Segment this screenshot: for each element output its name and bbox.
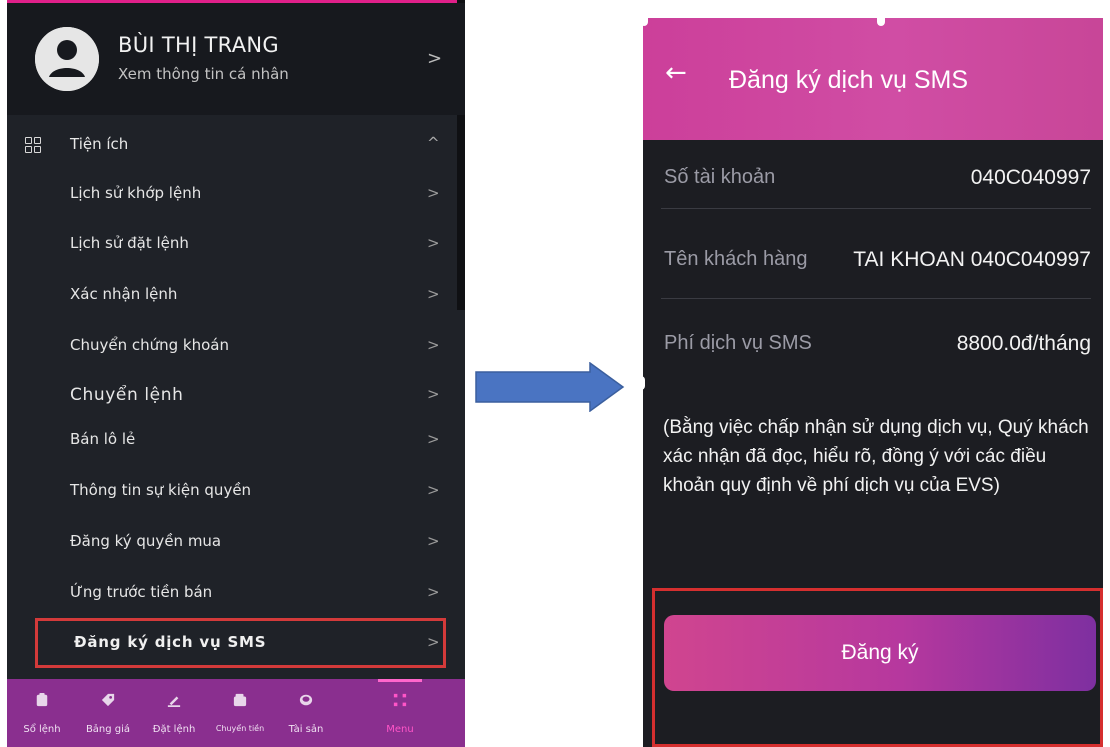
- chevron-right-icon: >: [427, 234, 440, 252]
- menu-item-label: Lịch sử đặt lệnh: [70, 234, 189, 252]
- divider: [661, 298, 1091, 299]
- chevron-up-icon: ^: [427, 134, 440, 152]
- menu-item-label: Đăng ký quyền mua: [70, 532, 222, 550]
- nav-label: Chuyển tiền: [215, 724, 265, 733]
- chevron-right-icon: >: [427, 184, 440, 202]
- page-title: Đăng ký dịch vụ SMS: [729, 66, 968, 94]
- register-button[interactable]: Đăng ký: [664, 615, 1096, 691]
- row-label: Số tài khoản: [664, 166, 776, 188]
- screen-header: ← Đăng ký dịch vụ SMS: [643, 18, 1103, 140]
- chevron-right-icon: >: [427, 430, 440, 448]
- chevron-right-icon: >: [427, 285, 440, 303]
- nav-label: Menu: [386, 724, 414, 735]
- nav-transfer-money[interactable]: Chuyển tiền: [205, 679, 275, 747]
- section-utilities-label: Tiện ích: [70, 135, 129, 153]
- nav-menu[interactable]: Menu: [365, 679, 435, 747]
- sms-fee-row: Phí dịch vụ SMS 8800.0đ/tháng: [643, 314, 1103, 374]
- profile-subtitle: Xem thông tin cá nhân: [118, 65, 289, 83]
- menu-item-match-history[interactable]: Lịch sử khớp lệnh >: [7, 174, 465, 214]
- menu-item-label: Ứng trước tiền bán: [70, 583, 213, 601]
- chevron-right-icon: >: [427, 336, 440, 354]
- corner-handle: [877, 12, 885, 26]
- nav-order-book[interactable]: Sổ lệnh: [7, 679, 77, 747]
- menu-item-label: Lịch sử khớp lệnh: [70, 184, 202, 202]
- menu-item-rights-info[interactable]: Thông tin sự kiện quyền >: [7, 471, 465, 511]
- menu-item-label: Chuyển lệnh: [70, 385, 184, 405]
- menu-item-subscription-rights[interactable]: Đăng ký quyền mua >: [7, 522, 465, 562]
- profile-name: BÙI THỊ TRANG: [118, 33, 279, 57]
- row-value: 040C040997: [970, 166, 1091, 189]
- nav-label: Sổ lệnh: [23, 724, 61, 735]
- terms-notice: (Bằng việc chấp nhận sử dụng dịch vụ, Qu…: [663, 417, 1089, 496]
- row-value: 8800.0đ/tháng: [956, 332, 1091, 355]
- menu-item-confirm-order[interactable]: Xác nhận lệnh >: [7, 275, 465, 315]
- row-label: Phí dịch vụ SMS: [664, 332, 812, 354]
- menu-item-label: Bán lô lẻ: [70, 430, 136, 448]
- grid-icon: [25, 137, 41, 153]
- customer-name-row: Tên khách hàng TAI KHOAN 040C040997: [643, 230, 1103, 290]
- menu-item-cash-advance[interactable]: Ứng trước tiền bán >: [7, 573, 465, 613]
- back-arrow-icon[interactable]: ←: [665, 58, 687, 88]
- menu-screen: BÙI THỊ TRANG Xem thông tin cá nhân > Ti…: [7, 0, 465, 747]
- highlight-box: [35, 618, 446, 668]
- nav-place-order[interactable]: Đặt lệnh: [139, 679, 209, 747]
- chevron-right-icon: >: [427, 481, 440, 499]
- profile-header[interactable]: BÙI THỊ TRANG Xem thông tin cá nhân >: [7, 3, 465, 115]
- right-arrow-icon: [475, 362, 625, 412]
- divider: [661, 208, 1091, 209]
- tag-icon: [101, 693, 115, 707]
- nav-price-board[interactable]: Bảng giá: [73, 679, 143, 747]
- menu-item-order-history[interactable]: Lịch sử đặt lệnh >: [7, 224, 465, 264]
- chevron-right-icon: >: [427, 532, 440, 550]
- grid-dots-icon: [393, 693, 407, 707]
- menu-item-odd-lot[interactable]: Bán lô lẻ >: [7, 420, 465, 460]
- profile-chevron-icon: >: [427, 48, 443, 69]
- pen-icon: [167, 696, 181, 707]
- menu-item-transfer-securities[interactable]: Chuyển chứng khoán >: [7, 326, 465, 366]
- section-utilities[interactable]: Tiện ích ^: [7, 124, 465, 166]
- nav-active-indicator: [378, 679, 422, 682]
- avatar-icon: [35, 27, 99, 91]
- bottom-nav: Sổ lệnh Bảng giá Đặt lệnh Chuyển tiền Tà…: [7, 679, 465, 747]
- menu-item-transfer-order[interactable]: Chuyển lệnh >: [7, 375, 465, 415]
- chevron-right-icon: >: [427, 385, 440, 403]
- menu-item-label: Chuyển chứng khoán: [70, 336, 229, 354]
- coins-icon: [299, 694, 313, 706]
- corner-handle: [637, 376, 645, 390]
- nav-label: Đặt lệnh: [152, 724, 196, 735]
- menu-item-label: Xác nhận lệnh: [70, 285, 178, 303]
- nav-label: Bảng giá: [85, 724, 131, 735]
- menu-item-label: Thông tin sự kiện quyền: [70, 481, 252, 499]
- wallet-icon: [233, 693, 247, 707]
- row-value: TAI KHOAN 040C040997: [853, 248, 1091, 271]
- nav-assets[interactable]: Tài sản: [271, 679, 341, 747]
- nav-label: Tài sản: [288, 724, 324, 735]
- row-label: Tên khách hàng: [664, 248, 808, 270]
- corner-handle: [640, 12, 648, 26]
- sms-registration-screen: ← Đăng ký dịch vụ SMS Số tài khoản 040C0…: [643, 18, 1103, 747]
- chevron-right-icon: >: [427, 583, 440, 601]
- account-number-row: Số tài khoản 040C040997: [643, 148, 1103, 208]
- clipboard-icon: [36, 693, 48, 707]
